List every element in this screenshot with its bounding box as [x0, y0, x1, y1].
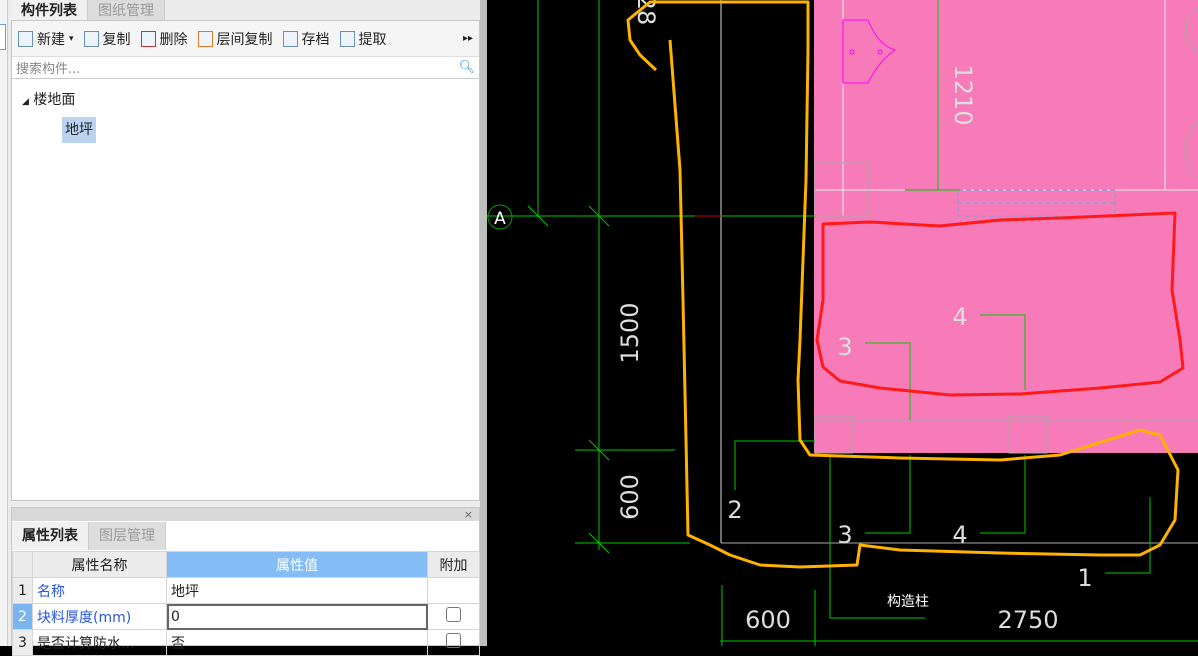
floor-copy-icon	[197, 30, 213, 47]
extra-cell	[427, 603, 480, 630]
collapse-icon[interactable]: ◢	[22, 97, 29, 107]
dropdown-icon[interactable]: ▾	[69, 34, 74, 44]
extract-label: 提取	[358, 31, 387, 48]
copy-label: 复制	[102, 31, 131, 48]
label-4: 4	[952, 303, 967, 331]
axis-label: A	[494, 209, 506, 229]
row-index: 2	[12, 603, 33, 630]
dim-2750: 2750	[997, 606, 1058, 634]
label-4: 4	[952, 521, 967, 549]
extra-cell	[427, 629, 480, 656]
table-header: 属性名称 属性值 附加	[12, 551, 480, 578]
tab-component-list[interactable]: 构件列表	[11, 0, 88, 22]
new-button[interactable]: 新建 ▾	[18, 29, 74, 49]
header-name: 属性名称	[32, 551, 167, 578]
extra-cell	[427, 577, 480, 604]
delete-icon	[140, 30, 156, 47]
component-tree: ◢ 楼地面 地坪	[12, 79, 479, 145]
more-icon[interactable]: ▸▸	[463, 33, 473, 44]
tree-item-label: 地坪	[62, 117, 96, 143]
copy-button[interactable]: 复制	[83, 29, 131, 49]
delete-label: 删除	[159, 31, 188, 48]
dim-1500: 1500	[616, 302, 644, 363]
header-index	[12, 551, 33, 578]
property-panel: × 属性列表 图层管理 属性名称 属性值 附加 1 名称 地坪 2 块料厚度(mm) 0 3…	[11, 507, 480, 656]
property-value-input[interactable]: 0	[166, 603, 428, 630]
new-icon	[18, 30, 33, 47]
component-list-panel: 新建 ▾ 复制 删除 层间复制 存档 提取 ▸▸ 搜索构件... 🔍︎ ◢ 楼地面 …	[11, 20, 480, 501]
side-strip-button[interactable]	[0, 24, 6, 50]
search-input[interactable]: 搜索构件... 🔍︎	[12, 57, 479, 79]
extract-icon	[339, 30, 355, 47]
floor-copy-button[interactable]: 层间复制	[197, 29, 273, 49]
property-table: 属性名称 属性值 附加 1 名称 地坪 2 块料厚度(mm) 0 3 是否计算防水... 否	[12, 551, 480, 656]
side-strip	[0, 0, 8, 646]
panel-splitter[interactable]	[480, 0, 487, 646]
tab-drawing-management[interactable]: 图纸管理	[88, 0, 165, 22]
archive-icon	[282, 30, 298, 47]
property-panel-header: ×	[12, 508, 479, 521]
extract-button[interactable]: 提取	[339, 29, 387, 49]
dim-600-horizontal: 600	[745, 606, 791, 634]
tab-property-list[interactable]: 属性列表	[12, 522, 89, 550]
close-icon[interactable]: ×	[464, 508, 473, 521]
dim-1210: 1210	[949, 64, 977, 125]
copy-icon	[83, 30, 99, 47]
property-name: 块料厚度(mm)	[32, 603, 167, 630]
label-2: 2	[727, 496, 742, 524]
tree-item[interactable]: 地坪	[22, 115, 479, 145]
row-index: 1	[12, 577, 33, 604]
property-name: 是否计算防水...	[32, 629, 167, 656]
left-panel: 构件列表 图纸管理 新建 ▾ 复制 删除 层间复制 存档 提取 ▸▸ 搜索构件..…	[0, 0, 485, 656]
table-row[interactable]: 2 块料厚度(mm) 0	[12, 603, 480, 630]
new-label: 新建	[37, 31, 65, 48]
dim-600-vertical: 600	[616, 474, 644, 520]
component-tabs: 构件列表 图纸管理	[11, 0, 165, 22]
property-value[interactable]: 地坪	[166, 577, 428, 604]
header-extra: 附加	[427, 551, 480, 578]
property-tabs: 属性列表 图层管理	[12, 522, 166, 550]
property-name: 名称	[32, 577, 167, 604]
row-index: 3	[12, 629, 33, 656]
column-label: 构造柱	[887, 594, 929, 610]
tab-layer-management[interactable]: 图层管理	[89, 522, 166, 550]
label-3: 3	[837, 333, 852, 361]
component-toolbar: 新建 ▾ 复制 删除 层间复制 存档 提取 ▸▸	[12, 21, 479, 57]
label-1: 1	[1077, 564, 1092, 592]
search-icon[interactable]: 🔍︎	[458, 60, 475, 75]
table-row[interactable]: 3 是否计算防水... 否	[12, 629, 480, 656]
extra-checkbox[interactable]	[446, 607, 461, 622]
table-row[interactable]: 1 名称 地坪	[12, 577, 480, 604]
tree-group[interactable]: ◢ 楼地面	[22, 85, 479, 115]
property-value[interactable]: 否	[166, 629, 428, 656]
archive-label: 存档	[301, 31, 330, 48]
search-placeholder: 搜索构件...	[16, 62, 81, 77]
delete-button[interactable]: 删除	[140, 29, 188, 49]
tree-group-label: 楼地面	[33, 92, 76, 108]
archive-button[interactable]: 存档	[282, 29, 330, 49]
header-value: 属性值	[166, 551, 428, 578]
floor-copy-label: 层间复制	[216, 31, 273, 48]
cad-canvas[interactable]: A 28 1500 600 1210 600 2750 2 3 4 3 4 1 …	[487, 0, 1198, 646]
label-3: 3	[837, 521, 852, 549]
